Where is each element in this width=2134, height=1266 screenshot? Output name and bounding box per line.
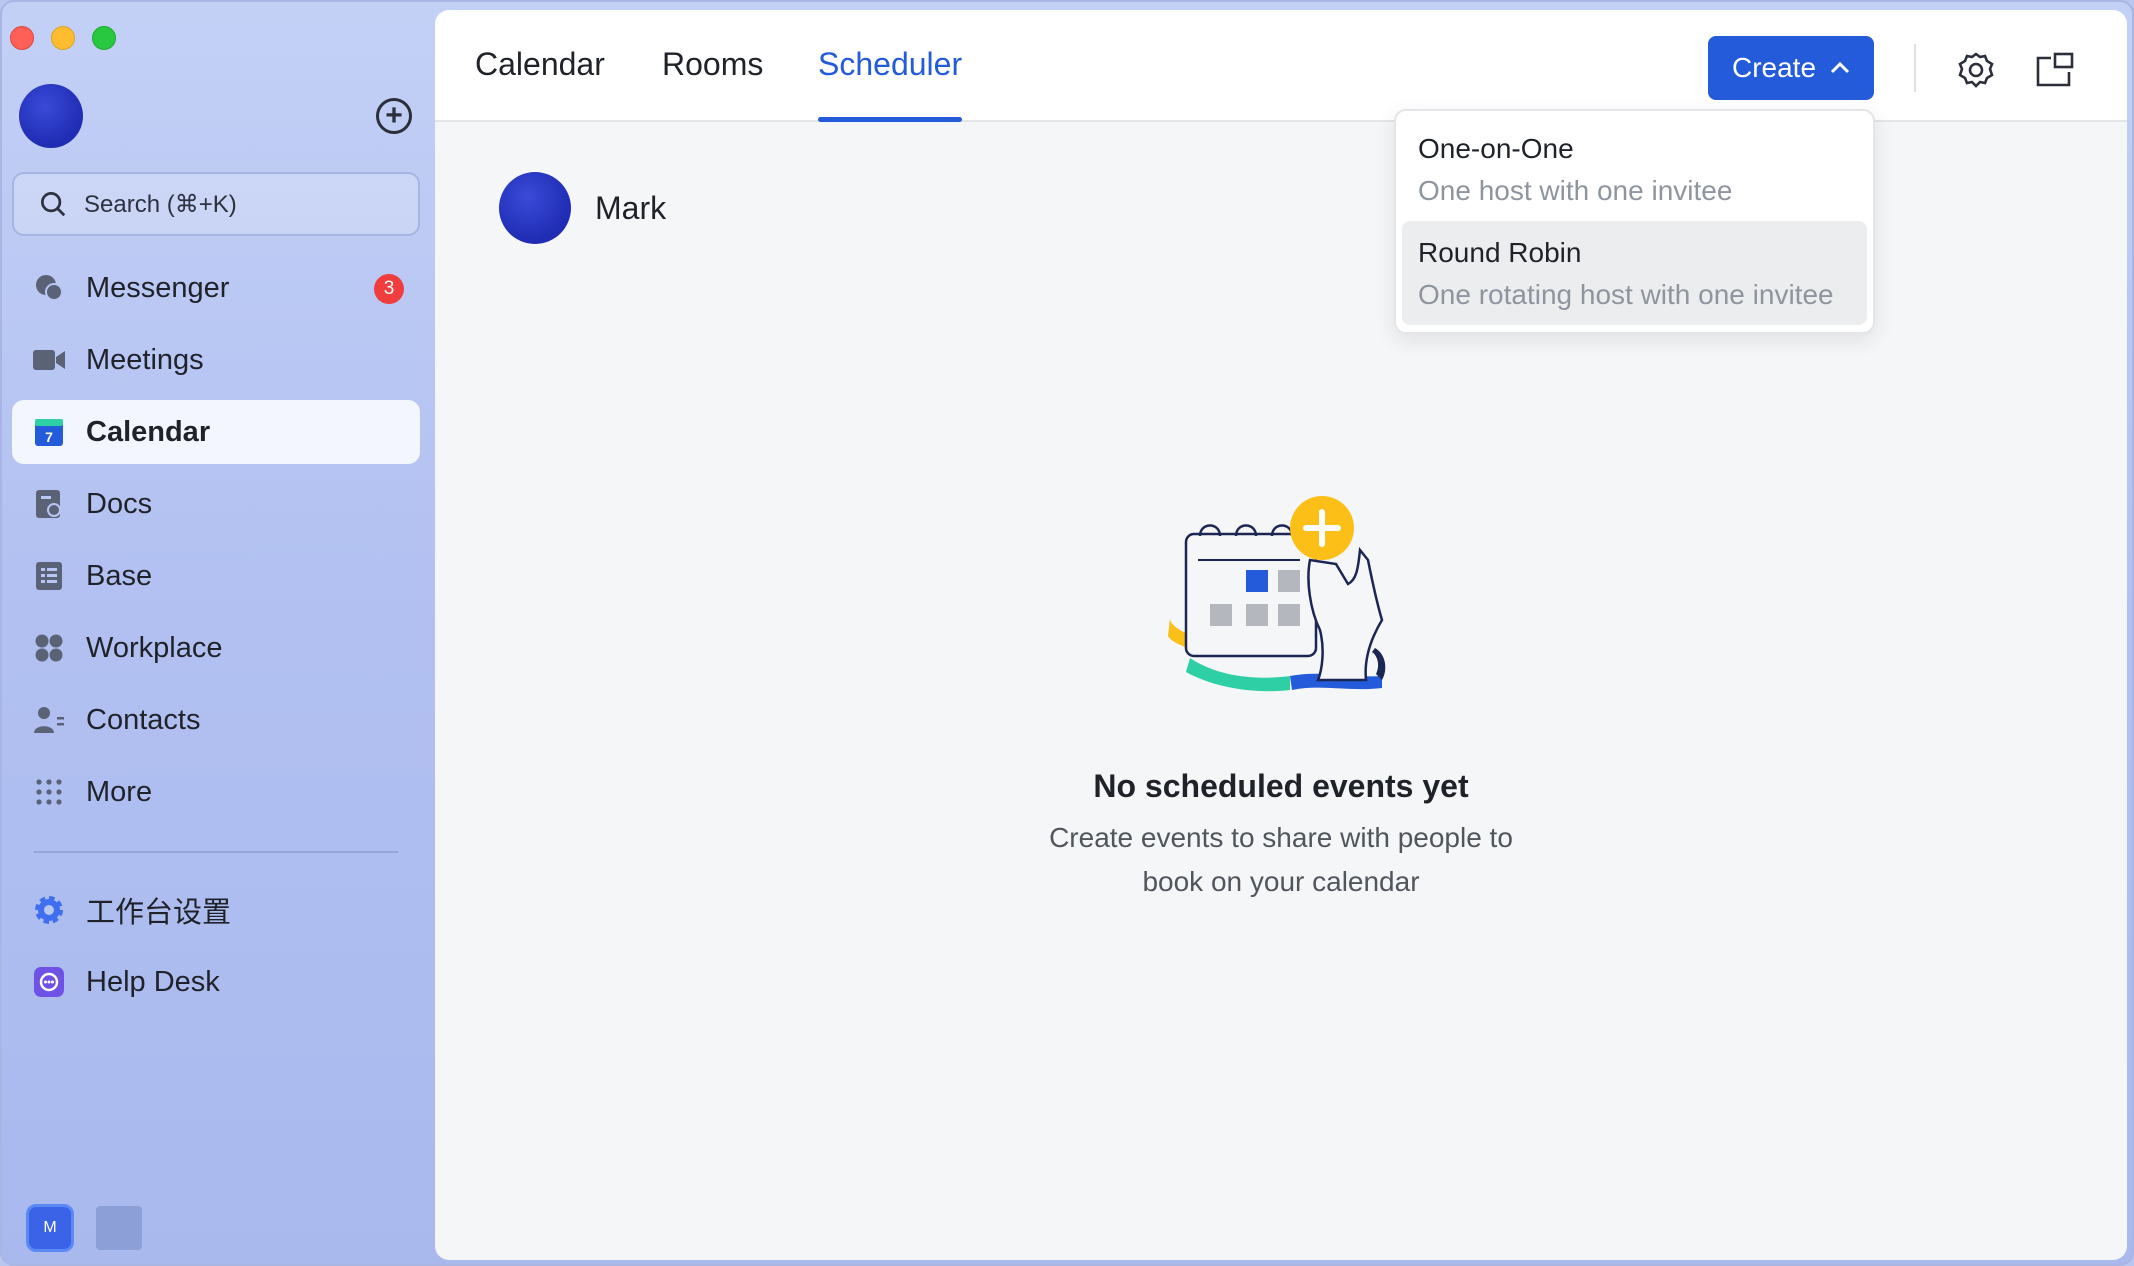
tab-calendar[interactable]: Calendar — [475, 46, 605, 122]
minimize-window-button[interactable] — [51, 26, 75, 50]
gear-icon — [1958, 52, 1994, 88]
app-window: + Search (⌘+K) Messenger 3 Meetings 7 Ca… — [0, 0, 2134, 1266]
video-camera-icon — [32, 343, 66, 377]
tab-label: Calendar — [475, 46, 605, 82]
scheduler-user: Mark — [499, 172, 666, 244]
sidebar-item-help-desk[interactable]: Help Desk — [12, 950, 420, 1014]
menu-item-title: One-on-One — [1418, 133, 1574, 164]
tab-label: Rooms — [662, 46, 764, 82]
gear-filled-icon — [32, 893, 66, 927]
sidebar-item-label: 工作台设置 — [86, 897, 232, 929]
contacts-icon — [32, 703, 66, 737]
help-desk-icon — [32, 965, 66, 999]
workspace-tile[interactable] — [96, 1206, 142, 1250]
add-icon[interactable]: + — [376, 98, 412, 134]
sidebar-item-label: Meetings — [86, 343, 204, 376]
menu-item-round-robin[interactable]: Round Robin One rotating host with one i… — [1402, 221, 1867, 325]
chat-bubbles-icon — [32, 271, 66, 305]
empty-state-description: Create events to share with people to bo… — [1049, 822, 1513, 897]
search-icon — [41, 192, 66, 217]
profile-avatar[interactable] — [19, 84, 83, 148]
new-window-button[interactable] — [2033, 48, 2077, 92]
sidebar-item-meetings[interactable]: Meetings — [12, 328, 420, 392]
sidebar-item-workspace-settings[interactable]: 工作台设置 — [12, 878, 420, 942]
search-placeholder: Search (⌘+K) — [84, 190, 237, 218]
sidebar-item-contacts[interactable]: Contacts — [12, 688, 420, 752]
create-button-label: Create — [1731, 52, 1817, 83]
sidebar-item-workplace[interactable]: Workplace — [12, 616, 420, 680]
sidebar-item-label: Workplace — [86, 631, 223, 664]
sidebar-item-label: More — [86, 775, 153, 808]
bottom-tray: M — [26, 1204, 142, 1252]
sidebar-item-calendar[interactable]: 7 Calendar — [12, 400, 420, 464]
close-window-button[interactable] — [10, 26, 34, 50]
sidebar-item-more[interactable]: More — [12, 760, 420, 824]
sidebar-item-messenger[interactable]: Messenger 3 — [12, 256, 420, 320]
empty-calendar-illustration — [1168, 496, 1386, 692]
unread-badge: 3 — [374, 274, 404, 304]
create-dropdown-menu: One-on-One One host with one invitee Rou… — [1394, 109, 1875, 334]
create-button[interactable]: Create — [1708, 36, 1874, 100]
menu-item-one-on-one[interactable]: One-on-One One host with one invitee — [1402, 117, 1867, 221]
tab-scheduler[interactable]: Scheduler — [818, 46, 963, 122]
sidebar-item-label: Help Desk — [86, 965, 220, 998]
calendar-icon: 7 — [32, 415, 66, 449]
dots-grid-icon — [32, 775, 66, 809]
active-tab-indicator — [818, 117, 963, 122]
top-bar: Calendar Rooms Scheduler Create — [435, 10, 2127, 122]
toolbar-divider — [1914, 44, 1916, 92]
sidebar-nav: Messenger 3 Meetings 7 Calendar Docs Bas… — [12, 256, 420, 832]
sidebar-item-label: Messenger — [86, 271, 230, 304]
sidebar-item-label: Docs — [86, 487, 153, 520]
menu-item-subtitle: One host with one invitee — [1418, 175, 1733, 206]
menu-item-subtitle: One rotating host with one invitee — [1418, 279, 1834, 310]
workplace-grid-icon — [32, 631, 66, 665]
sidebar-secondary-nav: 工作台设置 Help Desk — [12, 878, 420, 1022]
workspace-switcher-button[interactable]: M — [26, 1204, 74, 1252]
sidebar-item-docs[interactable]: Docs — [12, 472, 420, 536]
sidebar-divider — [34, 851, 398, 853]
empty-state-title: No scheduled events yet — [1093, 768, 1469, 804]
chevron-up-icon — [1830, 61, 1850, 74]
window-controls — [10, 26, 116, 50]
user-avatar — [499, 172, 571, 244]
new-window-icon — [2036, 52, 2074, 87]
sidebar-item-label: Contacts — [86, 703, 201, 736]
tab-label: Scheduler — [818, 46, 963, 82]
settings-button[interactable] — [1954, 48, 1998, 92]
maximize-window-button[interactable] — [92, 26, 116, 50]
svg-text:7: 7 — [45, 429, 53, 445]
docs-icon — [32, 487, 66, 521]
sidebar-item-label: Calendar — [86, 415, 211, 448]
menu-item-title: Round Robin — [1418, 237, 1582, 268]
sidebar-item-label: Base — [86, 559, 153, 592]
search-input[interactable]: Search (⌘+K) — [12, 172, 420, 236]
sidebar-item-base[interactable]: Base — [12, 544, 420, 608]
base-table-icon — [32, 559, 66, 593]
user-name: Mark — [595, 189, 667, 226]
tab-rooms[interactable]: Rooms — [662, 46, 763, 122]
